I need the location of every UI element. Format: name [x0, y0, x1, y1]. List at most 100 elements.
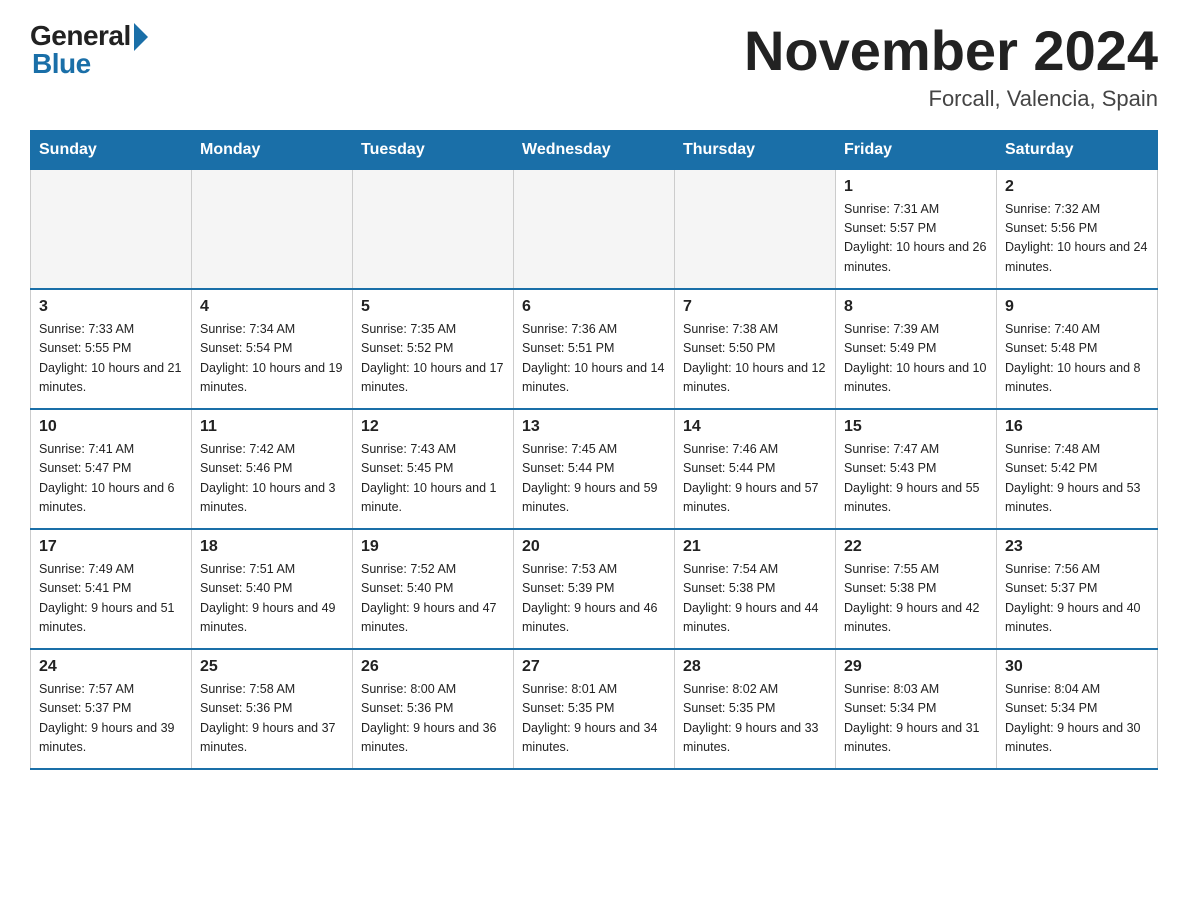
calendar-cell: 28 Sunrise: 8:02 AMSunset: 5:35 PMDayligh… [675, 649, 836, 769]
day-number: 26 [361, 658, 505, 676]
day-number: 21 [683, 538, 827, 556]
logo-blue-text: Blue [32, 48, 91, 80]
calendar-cell: 13 Sunrise: 7:45 AMSunset: 5:44 PMDayligh… [514, 409, 675, 529]
day-number: 19 [361, 538, 505, 556]
calendar-week-row: 1Sunrise: 7:31 AMSunset: 5:57 PMDaylight… [31, 169, 1158, 289]
calendar-cell: 25 Sunrise: 7:58 AMSunset: 5:36 PMDayligh… [192, 649, 353, 769]
header-monday: Monday [192, 130, 353, 169]
calendar-cell: 5Sunrise: 7:35 AMSunset: 5:52 PMDaylight… [353, 289, 514, 409]
day-number: 5 [361, 298, 505, 316]
calendar-week-row: 24 Sunrise: 7:57 AMSunset: 5:37 PMDayligh… [31, 649, 1158, 769]
calendar-cell: 3 Sunrise: 7:33 AMSunset: 5:55 PMDaylight… [31, 289, 192, 409]
calendar-cell: 22 Sunrise: 7:55 AMSunset: 5:38 PMDayligh… [836, 529, 997, 649]
day-info: Sunrise: 7:58 AMSunset: 5:36 PMDaylight:… [200, 680, 344, 758]
calendar-cell: 15 Sunrise: 7:47 AMSunset: 5:43 PMDayligh… [836, 409, 997, 529]
day-info: Sunrise: 7:45 AMSunset: 5:44 PMDaylight:… [522, 440, 666, 518]
calendar-cell: 12Sunrise: 7:43 AMSunset: 5:45 PMDayligh… [353, 409, 514, 529]
day-number: 10 [39, 418, 183, 436]
logo-arrow-icon [134, 23, 148, 51]
day-number: 27 [522, 658, 666, 676]
calendar-cell: 8Sunrise: 7:39 AMSunset: 5:49 PMDaylight… [836, 289, 997, 409]
calendar-cell: 7 Sunrise: 7:38 AMSunset: 5:50 PMDaylight… [675, 289, 836, 409]
day-info: Sunrise: 7:41 AMSunset: 5:47 PMDaylight:… [39, 440, 183, 518]
calendar-cell [353, 169, 514, 289]
day-info: Sunrise: 7:39 AMSunset: 5:49 PMDaylight:… [844, 320, 988, 398]
day-number: 14 [683, 418, 827, 436]
day-info: Sunrise: 7:38 AMSunset: 5:50 PMDaylight:… [683, 320, 827, 398]
day-info: Sunrise: 7:57 AMSunset: 5:37 PMDaylight:… [39, 680, 183, 758]
header-sunday: Sunday [31, 130, 192, 169]
calendar-cell: 19 Sunrise: 7:52 AMSunset: 5:40 PMDayligh… [353, 529, 514, 649]
day-number: 16 [1005, 418, 1149, 436]
day-info: Sunrise: 7:55 AMSunset: 5:38 PMDaylight:… [844, 560, 988, 638]
calendar-week-row: 17Sunrise: 7:49 AMSunset: 5:41 PMDayligh… [31, 529, 1158, 649]
calendar-cell [31, 169, 192, 289]
day-number: 1 [844, 178, 988, 196]
day-number: 9 [1005, 298, 1149, 316]
day-info: Sunrise: 7:32 AMSunset: 5:56 PMDaylight:… [1005, 200, 1149, 278]
calendar-header: Sunday Monday Tuesday Wednesday Thursday… [31, 130, 1158, 169]
day-number: 7 [683, 298, 827, 316]
day-info: Sunrise: 7:43 AMSunset: 5:45 PMDaylight:… [361, 440, 505, 518]
day-info: Sunrise: 7:49 AMSunset: 5:41 PMDaylight:… [39, 560, 183, 638]
calendar-cell: 20Sunrise: 7:53 AMSunset: 5:39 PMDayligh… [514, 529, 675, 649]
calendar-cell: 24 Sunrise: 7:57 AMSunset: 5:37 PMDayligh… [31, 649, 192, 769]
day-info: Sunrise: 8:03 AMSunset: 5:34 PMDaylight:… [844, 680, 988, 758]
calendar-cell: 18Sunrise: 7:51 AMSunset: 5:40 PMDayligh… [192, 529, 353, 649]
day-info: Sunrise: 7:52 AMSunset: 5:40 PMDaylight:… [361, 560, 505, 638]
calendar-body: 1Sunrise: 7:31 AMSunset: 5:57 PMDaylight… [31, 169, 1158, 769]
day-info: Sunrise: 7:42 AMSunset: 5:46 PMDaylight:… [200, 440, 344, 518]
day-number: 6 [522, 298, 666, 316]
day-info: Sunrise: 7:47 AMSunset: 5:43 PMDaylight:… [844, 440, 988, 518]
calendar-cell: 4Sunrise: 7:34 AMSunset: 5:54 PMDaylight… [192, 289, 353, 409]
day-number: 23 [1005, 538, 1149, 556]
header-wednesday: Wednesday [514, 130, 675, 169]
day-number: 3 [39, 298, 183, 316]
calendar-cell: 23 Sunrise: 7:56 AMSunset: 5:37 PMDayligh… [997, 529, 1158, 649]
day-number: 4 [200, 298, 344, 316]
day-info: Sunrise: 7:54 AMSunset: 5:38 PMDaylight:… [683, 560, 827, 638]
header-tuesday: Tuesday [353, 130, 514, 169]
calendar-cell: 17Sunrise: 7:49 AMSunset: 5:41 PMDayligh… [31, 529, 192, 649]
calendar-cell: 1Sunrise: 7:31 AMSunset: 5:57 PMDaylight… [836, 169, 997, 289]
day-number: 2 [1005, 178, 1149, 196]
calendar-cell [192, 169, 353, 289]
calendar-cell [675, 169, 836, 289]
day-number: 25 [200, 658, 344, 676]
header-right: November 2024 Forcall, Valencia, Spain [744, 20, 1158, 112]
calendar-cell: 16Sunrise: 7:48 AMSunset: 5:42 PMDayligh… [997, 409, 1158, 529]
day-number: 18 [200, 538, 344, 556]
day-info: Sunrise: 7:46 AMSunset: 5:44 PMDaylight:… [683, 440, 827, 518]
day-info: Sunrise: 7:36 AMSunset: 5:51 PMDaylight:… [522, 320, 666, 398]
day-number: 13 [522, 418, 666, 436]
header-thursday: Thursday [675, 130, 836, 169]
day-info: Sunrise: 8:02 AMSunset: 5:35 PMDaylight:… [683, 680, 827, 758]
logo: General Blue [30, 20, 148, 80]
day-number: 22 [844, 538, 988, 556]
calendar-cell: 30Sunrise: 8:04 AMSunset: 5:34 PMDayligh… [997, 649, 1158, 769]
day-number: 30 [1005, 658, 1149, 676]
day-info: Sunrise: 7:56 AMSunset: 5:37 PMDaylight:… [1005, 560, 1149, 638]
day-number: 28 [683, 658, 827, 676]
day-number: 29 [844, 658, 988, 676]
day-info: Sunrise: 8:01 AMSunset: 5:35 PMDaylight:… [522, 680, 666, 758]
calendar-cell: 6 Sunrise: 7:36 AMSunset: 5:51 PMDaylight… [514, 289, 675, 409]
calendar-week-row: 10 Sunrise: 7:41 AMSunset: 5:47 PMDayligh… [31, 409, 1158, 529]
header-friday: Friday [836, 130, 997, 169]
day-info: Sunrise: 7:33 AMSunset: 5:55 PMDaylight:… [39, 320, 183, 398]
page-header: General Blue November 2024 Forcall, Vale… [30, 20, 1158, 112]
calendar-table: Sunday Monday Tuesday Wednesday Thursday… [30, 130, 1158, 771]
calendar-cell: 21 Sunrise: 7:54 AMSunset: 5:38 PMDayligh… [675, 529, 836, 649]
calendar-cell: 27 Sunrise: 8:01 AMSunset: 5:35 PMDayligh… [514, 649, 675, 769]
calendar-cell: 26 Sunrise: 8:00 AMSunset: 5:36 PMDayligh… [353, 649, 514, 769]
calendar-cell: 11Sunrise: 7:42 AMSunset: 5:46 PMDayligh… [192, 409, 353, 529]
calendar-cell: 2 Sunrise: 7:32 AMSunset: 5:56 PMDaylight… [997, 169, 1158, 289]
day-info: Sunrise: 8:00 AMSunset: 5:36 PMDaylight:… [361, 680, 505, 758]
calendar-cell: 10 Sunrise: 7:41 AMSunset: 5:47 PMDayligh… [31, 409, 192, 529]
day-number: 24 [39, 658, 183, 676]
day-number: 15 [844, 418, 988, 436]
day-number: 20 [522, 538, 666, 556]
calendar-week-row: 3 Sunrise: 7:33 AMSunset: 5:55 PMDaylight… [31, 289, 1158, 409]
header-saturday: Saturday [997, 130, 1158, 169]
weekday-header-row: Sunday Monday Tuesday Wednesday Thursday… [31, 130, 1158, 169]
